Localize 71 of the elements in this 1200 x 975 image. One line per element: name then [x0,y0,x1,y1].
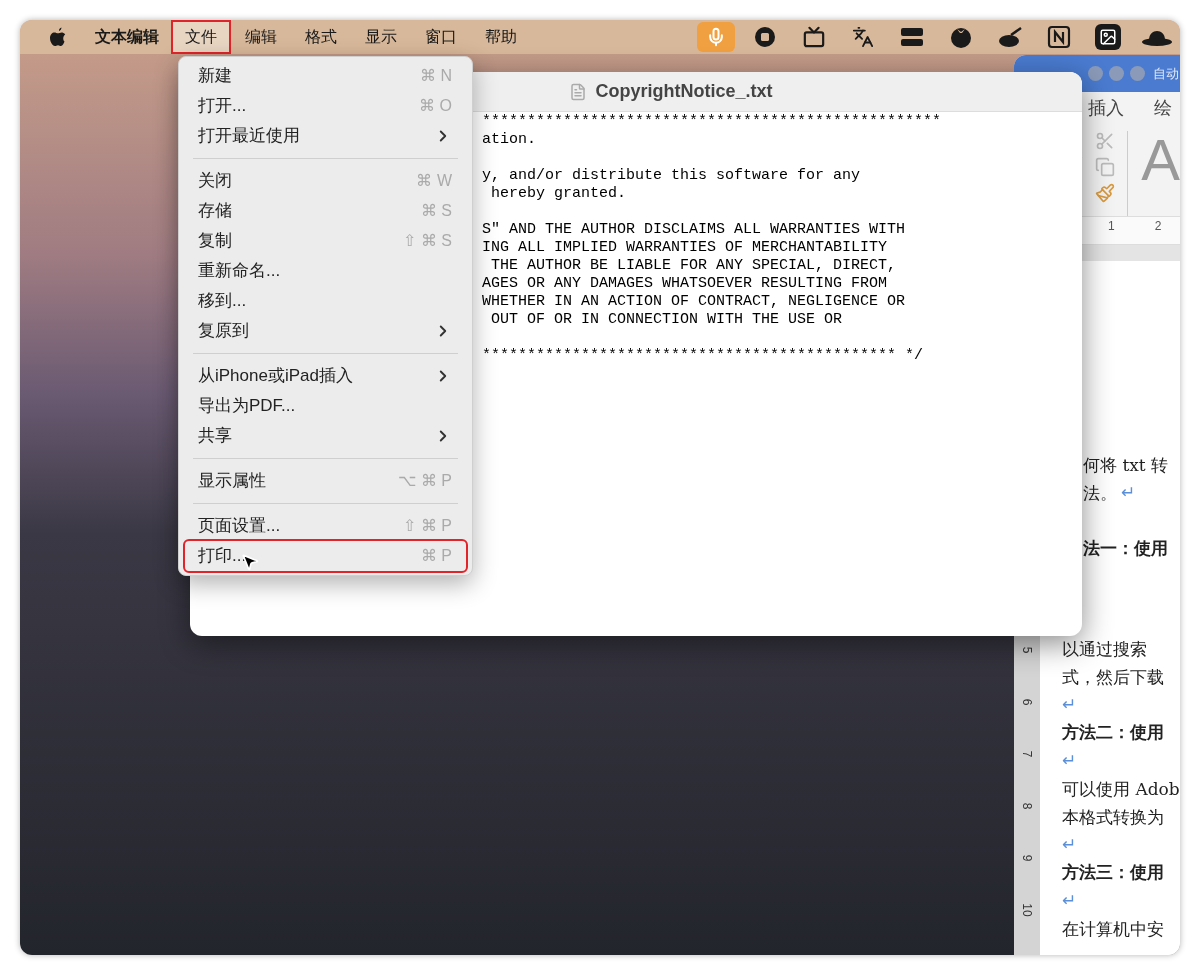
menu-item[interactable]: 共享 [185,421,466,451]
ruler-number: 7 [1020,750,1034,758]
document-text: 法。 [1083,482,1117,505]
text-line: OUT OF OR IN CONNECTION WITH THE USE OR [490,311,843,329]
shortcut-label: ⌘ O [419,96,452,116]
paragraph-mark: ↵ [1121,482,1135,504]
menu-item[interactable]: 打开最近使用 [185,121,466,151]
menu-title[interactable]: 编辑 [231,20,291,54]
menu-item[interactable]: 移到... [185,286,466,316]
ruler-number: 8 [1020,802,1034,810]
ruler-number: 5 [1020,646,1034,654]
window-title: 自动 [1153,64,1179,83]
text-line: ********************************************** */ [482,347,924,365]
menu-item[interactable]: 存储 ⌘ S [185,196,466,226]
shortcut-label: ⌘ P [420,546,452,566]
menu-title[interactable]: 窗口 [411,20,471,54]
menu-title[interactable]: 文件 [171,20,231,54]
ribbon-tab[interactable]: 绘 [1154,95,1172,123]
mouse-pointer-icon [240,552,260,572]
paragraph-mark: ↵ [1062,834,1076,856]
text-line: AGES OR ANY DAMAGES WHATSOEVER RESULTING FROM [482,275,888,293]
text-line: y, and/or distribute this software for any [482,167,861,185]
text-line: S" AND THE AUTHOR DISCLAIMS ALL WARRANTIES WITH [482,221,906,239]
document-heading: 方法三：使用 [1062,862,1164,884]
text-line: WHETHER IN AN ACTION OF CONTRACT, NEGLIGENCE OR [482,293,906,311]
text-line: hereby granted. [490,185,627,203]
menu-item[interactable]: 从iPhone或iPad插入 [185,361,466,391]
document-text: 可以使用 Adob [1062,778,1180,801]
app-name[interactable]: 文本编辑 [95,25,159,49]
shortcut-label: ⌘ W [416,171,452,191]
menu-item[interactable]: 复制 ⇧ ⌘ S [185,226,466,256]
shortcut-label: ⌘ S [420,201,452,221]
ruler-number: 1 [1108,218,1115,236]
paragraph-mark: ↵ [1062,694,1076,716]
text-line: *************************************************** [482,113,942,131]
ruler-number: 9 [1020,854,1034,862]
document-icon [569,82,588,101]
document-text: 式，然后下载 [1062,666,1164,689]
apple-logo-icon[interactable] [48,26,68,48]
shortcut-label: ⇧ ⌘ P [403,516,452,536]
paragraph-mark: ↵ [1062,750,1076,772]
menu-item[interactable]: 打印... ⌘ P [185,541,466,571]
document-text: 本格式转换为 [1062,806,1164,829]
text-line: ation. [482,131,536,149]
ribbon-tab[interactable]: 插入 [1088,95,1124,123]
menu-item[interactable]: 页面设置... ⇧ ⌘ P [185,511,466,541]
shortcut-label: ⌘ N [420,66,452,86]
shortcut-label: ⌥ ⌘ P [398,471,452,491]
menu-item[interactable]: 重新命名... [185,256,466,286]
menu-item[interactable]: 关闭 ⌘ W [185,166,466,196]
document-heading: 法一：使用 [1083,538,1168,560]
menu-item[interactable]: 复原到 [185,316,466,346]
text-line: THE AUTHOR BE LIABLE FOR ANY SPECIAL, DIRECT, [490,257,897,275]
document-text: 以通过搜索 [1062,638,1147,661]
menu-title[interactable]: 帮助 [471,20,531,54]
menu-item[interactable]: 新建 ⌘ N [185,61,466,91]
document-text: 在计算机中安 [1062,918,1164,941]
window-title: CopyrightNotice_.txt [595,80,773,103]
paragraph-mark: ↵ [1062,890,1076,912]
ruler-number: 10 [1020,903,1034,917]
menu-item[interactable]: 导出为PDF... [185,391,466,421]
document-text: 何将 txt 转 [1083,454,1169,477]
menu-title[interactable]: 格式 [291,20,351,54]
text-line: ING ALL IMPLIED WARRANTIES OF MERCHANTABILITY [482,239,888,257]
ruler-number: 6 [1020,698,1034,706]
menu-title[interactable]: 显示 [351,20,411,54]
shortcut-label: ⇧ ⌘ S [403,231,452,251]
document-heading: 方法二：使用 [1062,722,1164,744]
menu-item[interactable]: 打开... ⌘ O [185,91,466,121]
menu-item[interactable]: 显示属性 ⌥ ⌘ P [185,466,466,496]
ruler-number: 2 [1154,218,1162,236]
